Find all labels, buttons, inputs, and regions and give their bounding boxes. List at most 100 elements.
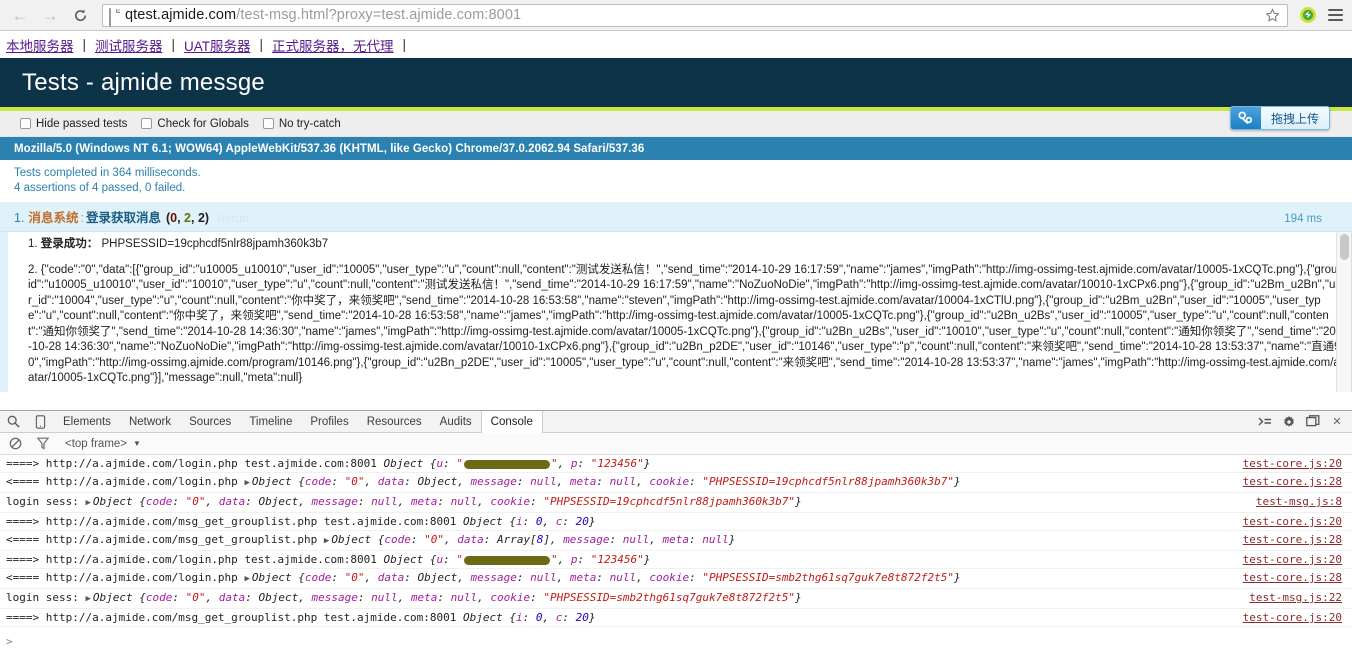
console-log-message: ====> http://a.ajmide.com/msg_get_groupl…: [6, 515, 596, 528]
test-header[interactable]: 1. 消息系统 : 登录获取消息 (0, 2, 2) Rerun 194 ms: [0, 202, 1352, 232]
console-source-link[interactable]: test-msg.js:8: [1256, 494, 1352, 509]
tab-elements[interactable]: Elements: [54, 411, 120, 432]
expand-arrow-icon[interactable]: ▶: [85, 594, 92, 604]
qunit-toolbar: Hide passed tests Check for Globals No t…: [0, 111, 1352, 137]
redacted-value: [464, 555, 551, 565]
check-for-globals-checkbox[interactable]: Check for Globals: [141, 117, 249, 130]
drag-upload-label: 拖拽上传: [1270, 111, 1319, 126]
address-bar[interactable]: qtest.ajmide.com/test-msg.html?proxy=tes…: [102, 3, 1288, 27]
console-log-row[interactable]: login sess: ▶ Object {code: "0", data: Ob…: [0, 589, 1352, 609]
forward-button[interactable]: →: [36, 3, 64, 27]
devtools-tabbar: Elements Network Sources Timeline Profil…: [0, 411, 1352, 433]
scrollbar-thumb[interactable]: [1340, 234, 1349, 260]
no-try-catch-checkbox[interactable]: No try-catch: [262, 118, 341, 130]
assertions-summary-line: 4 assertions of 4 passed, 0 failed.: [14, 182, 186, 194]
failed-count: 0: [170, 211, 178, 225]
expand-arrow-icon[interactable]: ▶: [244, 574, 251, 584]
tab-audits[interactable]: Audits: [431, 411, 481, 432]
tab-resources[interactable]: Resources: [358, 411, 431, 432]
reload-button[interactable]: [66, 3, 94, 27]
test-result-summary: Tests completed in 364 milliseconds. 4 a…: [0, 160, 1352, 202]
link-local-server[interactable]: 本地服务器: [6, 35, 74, 55]
filter-icon[interactable]: [33, 435, 53, 453]
console-source-link[interactable]: test-core.js:20: [1243, 552, 1352, 567]
console-source-link[interactable]: test-core.js:28: [1243, 532, 1352, 547]
console-source-link[interactable]: test-core.js:20: [1243, 514, 1352, 529]
console-log-message: <==== http://a.ajmide.com/login.php ▶ Obj…: [6, 571, 961, 584]
back-button[interactable]: ←: [6, 3, 34, 27]
results-left-gutter: [0, 232, 8, 392]
assertion-index: 2.: [28, 263, 38, 276]
console-source-link[interactable]: test-core.js:20: [1243, 456, 1352, 471]
assertions-scroll-region: 1. 登录成功： PHPSESSID=19cphcdf5nlr88jpamh36…: [0, 232, 1352, 392]
search-icon[interactable]: [0, 411, 27, 432]
tab-sources[interactable]: Sources: [180, 411, 240, 432]
tab-console[interactable]: Console: [480, 411, 543, 433]
tab-profiles[interactable]: Profiles: [301, 411, 357, 432]
console-log-row[interactable]: ====> http://a.ajmide.com/msg_get_groupl…: [0, 609, 1352, 627]
expand-arrow-icon[interactable]: ▶: [85, 498, 92, 508]
check-for-globals-label: Check for Globals: [157, 117, 249, 130]
link-separator: |: [402, 37, 407, 52]
console-log-message: <==== http://a.ajmide.com/msg_get_groupl…: [6, 533, 736, 546]
console-log-message: login sess: ▶ Object {code: "0", data: Ob…: [6, 591, 802, 604]
console-input-row[interactable]: >: [0, 631, 1352, 651]
console-log-message: <==== http://a.ajmide.com/login.php ▶ Obj…: [6, 475, 961, 488]
arrow-left-icon: ←: [11, 5, 29, 25]
qunit-results-area: 1. 消息系统 : 登录获取消息 (0, 2, 2) Rerun 194 ms …: [0, 202, 1352, 392]
test-name-separator: :: [80, 211, 84, 225]
rerun-link[interactable]: Rerun: [217, 213, 248, 225]
console-source-link[interactable]: test-core.js:28: [1243, 570, 1352, 585]
devtools-panel: Elements Network Sources Timeline Profil…: [0, 410, 1352, 651]
tests-completed-line: Tests completed in 364 milliseconds.: [14, 167, 201, 179]
page-document-icon: [109, 7, 120, 27]
console-log-row[interactable]: ====> http://a.ajmide.com/login.php test…: [0, 551, 1352, 569]
gear-icon[interactable]: [1278, 412, 1300, 432]
qunit-test-list: 1. 消息系统 : 登录获取消息 (0, 2, 2) Rerun 194 ms …: [0, 202, 1352, 392]
console-source-link[interactable]: test-core.js:20: [1243, 610, 1352, 625]
device-toolbar-icon[interactable]: [27, 411, 54, 432]
url-path: /test-msg.html?proxy=test.ajmide.com:800…: [236, 7, 522, 23]
passed-count: 2: [184, 211, 191, 225]
assertion-list: 1. 登录成功： PHPSESSID=19cphcdf5nlr88jpamh36…: [0, 232, 1351, 392]
frame-selector[interactable]: <top frame> ▼: [65, 438, 141, 450]
assertion-label: 登录成功：: [40, 238, 99, 250]
console-log-row[interactable]: <==== http://a.ajmide.com/login.php ▶ Obj…: [0, 473, 1352, 493]
extension-icon[interactable]: [1298, 5, 1318, 25]
console-source-link[interactable]: test-core.js:28: [1243, 474, 1352, 489]
prompt-arrow-icon: >: [6, 634, 13, 648]
console-source-link[interactable]: test-msg.js:22: [1249, 590, 1352, 605]
total-count: 2: [197, 211, 205, 225]
checkbox-box: [262, 118, 274, 129]
hide-passed-tests-label: Hide passed tests: [36, 117, 128, 130]
toolbar-right-group: [1294, 4, 1346, 26]
console-drawer-icon[interactable]: [1254, 412, 1276, 432]
link-production-server[interactable]: 正式服务器，无代理: [272, 35, 394, 55]
clear-console-icon[interactable]: [5, 435, 25, 453]
arrow-right-icon: →: [41, 5, 59, 25]
hamburger-menu-icon[interactable]: [1324, 4, 1346, 26]
link-uat-server[interactable]: UAT服务器: [184, 35, 251, 55]
close-icon[interactable]: ✕: [1326, 412, 1348, 432]
tab-network[interactable]: Network: [120, 411, 180, 432]
drag-upload-widget[interactable]: 拖拽上传: [1229, 106, 1330, 130]
results-scrollbar[interactable]: [1336, 232, 1351, 392]
checkbox-box: [20, 118, 31, 129]
console-log-row[interactable]: ====> http://a.ajmide.com/login.php test…: [0, 455, 1352, 473]
test-assertion-counts: (0, 2, 2): [165, 211, 210, 225]
assertion-message: PHPSESSID=19cphcdf5nlr88jpamh360k3b7: [101, 238, 329, 250]
hide-passed-tests-checkbox[interactable]: Hide passed tests: [20, 118, 127, 130]
console-log-row[interactable]: ====> http://a.ajmide.com/msg_get_groupl…: [0, 513, 1352, 531]
console-filter-bar: <top frame> ▼: [0, 433, 1352, 455]
dock-window-icon[interactable]: [1302, 412, 1324, 432]
url-text: qtest.ajmide.com/test-msg.html?proxy=tes…: [125, 7, 521, 23]
console-log-row[interactable]: login sess: ▶ Object {code: "0", data: Ob…: [0, 493, 1352, 513]
frame-selector-label: <top frame>: [65, 437, 128, 450]
bookmark-star-icon[interactable]: [1261, 4, 1283, 26]
console-log-row[interactable]: <==== http://a.ajmide.com/login.php ▶ Obj…: [0, 569, 1352, 589]
expand-arrow-icon[interactable]: ▶: [244, 478, 251, 488]
test-name: 登录获取消息: [85, 211, 161, 225]
link-test-server[interactable]: 测试服务器: [95, 35, 163, 55]
tab-timeline[interactable]: Timeline: [240, 411, 301, 432]
console-log-row[interactable]: <==== http://a.ajmide.com/msg_get_groupl…: [0, 531, 1352, 551]
